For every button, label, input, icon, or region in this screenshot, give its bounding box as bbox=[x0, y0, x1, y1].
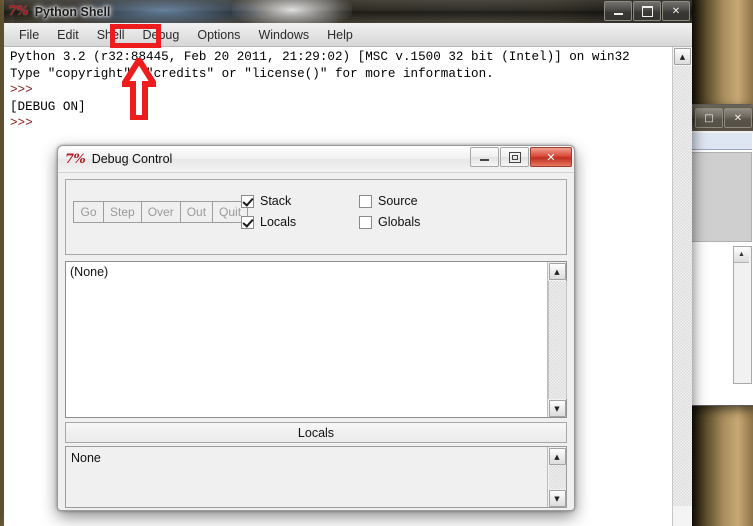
source-checkbox[interactable]: Source bbox=[359, 194, 477, 208]
shell-window-controls[interactable]: ✕ bbox=[603, 1, 690, 21]
locals-pane-text: None bbox=[71, 451, 101, 465]
debug-window-controls[interactable]: ✕ bbox=[469, 147, 572, 167]
shell-close-button[interactable]: ✕ bbox=[662, 1, 690, 21]
locals-header-label: Locals bbox=[65, 422, 567, 443]
shell-menubar[interactable]: File Edit Shell Debug Options Windows He… bbox=[4, 23, 692, 47]
stack-checkbox-box[interactable] bbox=[241, 194, 254, 208]
stack-pane[interactable]: (None) ▲ ▼ bbox=[65, 261, 567, 418]
menu-item-shell[interactable]: Shell bbox=[88, 26, 134, 44]
step-button[interactable]: Step bbox=[103, 201, 142, 223]
shell-titlebar[interactable]: 7 % Python Shell ✕ bbox=[4, 0, 692, 23]
globals-checkbox[interactable]: Globals bbox=[359, 215, 477, 229]
background-window-scrollbar[interactable]: ▲ bbox=[733, 246, 752, 384]
menu-item-debug[interactable]: Debug bbox=[134, 26, 189, 44]
menu-item-windows[interactable]: Windows bbox=[249, 26, 318, 44]
shell-line-version: Python 3.2 (r32:88445, Feb 20 2011, 21:2… bbox=[10, 50, 630, 64]
menu-item-options[interactable]: Options bbox=[188, 26, 249, 44]
stack-checkbox[interactable]: Stack bbox=[241, 194, 359, 208]
shell-debug-status: [DEBUG ON] bbox=[10, 99, 86, 114]
shell-line-type: Type "copyright", "credits" or "license(… bbox=[10, 66, 494, 81]
background-window-scroll-up-icon[interactable]: ▲ bbox=[734, 247, 749, 263]
stack-scroll-track[interactable] bbox=[548, 281, 567, 399]
shell-output-text: Python 3.2 (r32:88445, Feb 20 2011, 21:2… bbox=[10, 49, 652, 132]
debug-control-window[interactable]: 7 % Debug Control ✕ Go Step Over Out Qui… bbox=[57, 145, 575, 511]
shell-maximize-button[interactable] bbox=[633, 1, 661, 21]
debug-control-title: Debug Control bbox=[91, 152, 173, 166]
globals-checkbox-box[interactable] bbox=[359, 215, 372, 229]
source-checkbox-label: Source bbox=[378, 194, 418, 208]
debug-command-buttons: Go Step Over Out Quit bbox=[73, 201, 249, 223]
python-idle-icon: 7 % bbox=[65, 151, 86, 167]
go-button[interactable]: Go bbox=[73, 201, 104, 223]
locals-checkbox[interactable]: Locals bbox=[241, 215, 359, 229]
shell-scroll-up-icon[interactable]: ▲ bbox=[674, 48, 691, 65]
debug-toolbar-panel: Go Step Over Out Quit Stack Source Local… bbox=[65, 179, 567, 255]
debug-checkbox-group: Stack Source Locals Globals bbox=[241, 194, 477, 229]
shell-minimize-button[interactable] bbox=[604, 1, 632, 21]
shell-scroll-track[interactable] bbox=[673, 66, 692, 506]
menu-item-file[interactable]: File bbox=[10, 26, 48, 44]
debug-close-button[interactable]: ✕ bbox=[530, 147, 572, 167]
menu-item-help[interactable]: Help bbox=[318, 26, 362, 44]
locals-scroll-up-icon[interactable]: ▲ bbox=[548, 448, 566, 465]
stack-scroll-up-icon[interactable]: ▲ bbox=[548, 263, 566, 280]
background-window-close-icon[interactable]: ✕ bbox=[724, 108, 752, 128]
stack-checkbox-label: Stack bbox=[260, 194, 292, 208]
locals-checkbox-box[interactable] bbox=[241, 215, 254, 229]
out-button[interactable]: Out bbox=[179, 201, 214, 223]
globals-checkbox-label: Globals bbox=[378, 215, 421, 229]
debug-control-titlebar[interactable]: 7 % Debug Control ✕ bbox=[58, 146, 574, 173]
python-idle-icon: 7 % bbox=[8, 4, 29, 19]
background-window-maximize-icon[interactable]: □ bbox=[695, 108, 723, 128]
locals-checkbox-label: Locals bbox=[260, 215, 297, 229]
debug-restore-button[interactable] bbox=[500, 147, 529, 167]
shell-scrollbar[interactable]: ▲ bbox=[672, 47, 692, 526]
locals-pane[interactable]: None ▲ ▼ bbox=[65, 446, 567, 508]
debug-minimize-button[interactable] bbox=[470, 147, 499, 167]
over-button[interactable]: Over bbox=[140, 201, 181, 223]
shell-prompt-1: >>> bbox=[10, 83, 41, 97]
locals-pane-scrollbar[interactable]: ▲ ▼ bbox=[547, 447, 566, 507]
stack-pane-scrollbar[interactable]: ▲ ▼ bbox=[547, 262, 567, 417]
menu-item-edit[interactable]: Edit bbox=[48, 26, 88, 44]
shell-prompt-2: >>> bbox=[10, 116, 41, 130]
locals-scroll-down-icon[interactable]: ▼ bbox=[548, 490, 566, 507]
stack-pane-text: (None) bbox=[70, 265, 109, 279]
locals-scroll-track[interactable] bbox=[548, 465, 566, 489]
shell-window-title: Python Shell bbox=[34, 4, 111, 19]
stack-scroll-down-icon[interactable]: ▼ bbox=[548, 400, 566, 417]
source-checkbox-box[interactable] bbox=[359, 194, 372, 208]
